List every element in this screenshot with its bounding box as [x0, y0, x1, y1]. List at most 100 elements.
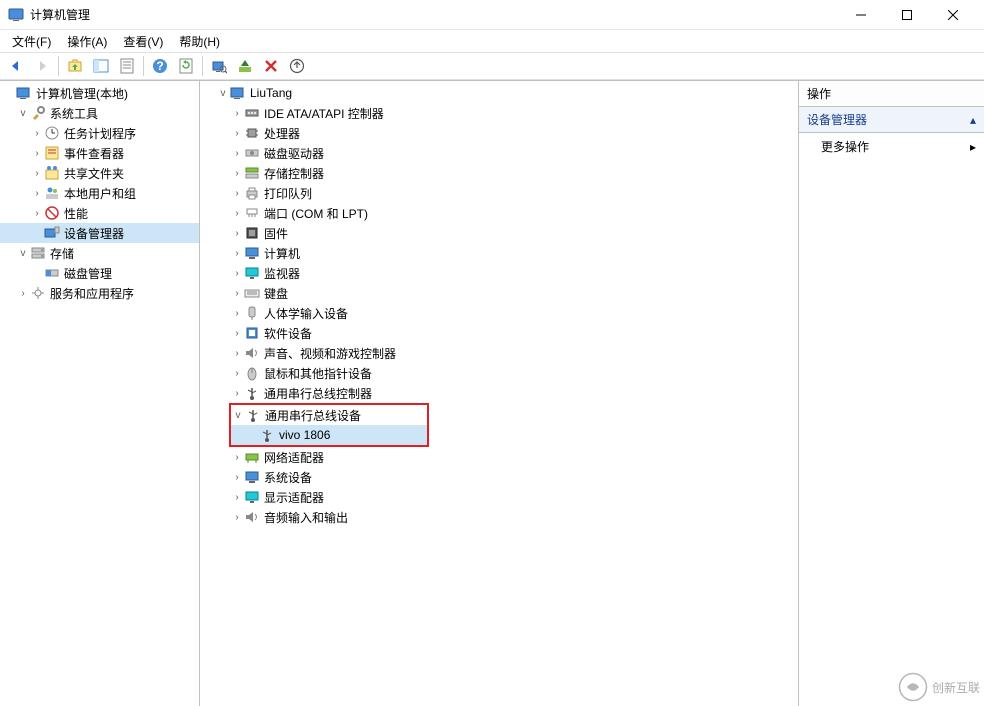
tree-label: 系统工具 — [50, 105, 98, 122]
diskmanagement-icon — [44, 265, 60, 281]
actions-pane: 操作 设备管理器 ▴ 更多操作 ▸ — [799, 81, 984, 706]
titlebar: 计算机管理 — [0, 0, 984, 30]
tree-root-label: 计算机管理(本地) — [36, 85, 128, 102]
highlight-box: v通用串行总线设备 ›vivo 1806 — [229, 403, 429, 447]
computer-mgmt-icon — [16, 85, 32, 101]
firmware-icon — [244, 225, 260, 241]
device-category[interactable]: ›存储控制器 — [200, 163, 798, 183]
main-area: ▸ 计算机管理(本地) v 系统工具 ›任务计划程序 ›事件查看器 ›共享文件夹… — [0, 80, 984, 706]
tree-item[interactable]: ›事件查看器 — [0, 143, 199, 163]
device-category-usb-devices[interactable]: v通用串行总线设备 — [231, 405, 427, 425]
refresh-button[interactable] — [174, 54, 198, 78]
scan-hardware-button[interactable] — [207, 54, 231, 78]
network-icon — [244, 449, 260, 465]
software-device-icon — [244, 325, 260, 341]
eventviewer-icon — [44, 145, 60, 161]
menu-view[interactable]: 查看(V) — [115, 31, 171, 52]
close-button[interactable] — [930, 0, 976, 30]
monitor-icon — [244, 265, 260, 281]
show-hide-tree-button[interactable] — [89, 54, 113, 78]
display-adapter-icon — [244, 489, 260, 505]
system-device-icon — [244, 469, 260, 485]
menu-action[interactable]: 操作(A) — [59, 31, 115, 52]
app-icon — [8, 7, 24, 23]
help-button[interactable]: ? — [148, 54, 172, 78]
properties-button[interactable] — [115, 54, 139, 78]
actions-more[interactable]: 更多操作 ▸ — [799, 133, 984, 160]
device-category[interactable]: ›键盘 — [200, 283, 798, 303]
menubar: 文件(F) 操作(A) 查看(V) 帮助(H) — [0, 30, 984, 52]
device-category[interactable]: ›固件 — [200, 223, 798, 243]
device-category[interactable]: ›人体学输入设备 — [200, 303, 798, 323]
tools-icon — [30, 105, 46, 121]
device-category[interactable]: ›计算机 — [200, 243, 798, 263]
actions-header: 操作 — [799, 81, 984, 107]
update-driver-button[interactable] — [285, 54, 309, 78]
tree-item-device-manager[interactable]: ›设备管理器 — [0, 223, 199, 243]
device-category[interactable]: ›打印队列 — [200, 183, 798, 203]
svg-text:?: ? — [156, 59, 163, 73]
device-category[interactable]: ›网络适配器 — [200, 447, 798, 467]
ports-icon — [244, 205, 260, 221]
device-category[interactable]: ›鼠标和其他指针设备 — [200, 363, 798, 383]
tree-services[interactable]: ›服务和应用程序 — [0, 283, 199, 303]
storage-controller-icon — [244, 165, 260, 181]
diskdrive-icon — [244, 145, 260, 161]
enable-device-button[interactable] — [233, 54, 257, 78]
tree-item[interactable]: ›磁盘管理 — [0, 263, 199, 283]
maximize-button[interactable] — [884, 0, 930, 30]
menu-file[interactable]: 文件(F) — [4, 31, 59, 52]
sharedfolders-icon — [44, 165, 60, 181]
audio-io-icon — [244, 509, 260, 525]
device-category[interactable]: ›声音、视频和游戏控制器 — [200, 343, 798, 363]
usb-device-icon — [259, 427, 275, 443]
printer-icon — [244, 185, 260, 201]
device-tree[interactable]: vLiuTang ›IDE ATA/ATAPI 控制器 ›处理器 ›磁盘驱动器 … — [200, 81, 799, 706]
device-category[interactable]: ›通用串行总线控制器 — [200, 383, 798, 403]
services-icon — [30, 285, 46, 301]
actions-section[interactable]: 设备管理器 ▴ — [799, 107, 984, 133]
up-button[interactable] — [63, 54, 87, 78]
localusers-icon — [44, 185, 60, 201]
sound-icon — [244, 345, 260, 361]
tree-systools[interactable]: v 系统工具 — [0, 103, 199, 123]
device-category[interactable]: ›监视器 — [200, 263, 798, 283]
tree-item[interactable]: ›共享文件夹 — [0, 163, 199, 183]
minimize-button[interactable] — [838, 0, 884, 30]
device-category[interactable]: ›系统设备 — [200, 467, 798, 487]
tree-root[interactable]: ▸ 计算机管理(本地) — [0, 83, 199, 103]
toolbar: ? — [0, 52, 984, 80]
device-category[interactable]: ›磁盘驱动器 — [200, 143, 798, 163]
usb-device-icon — [245, 407, 261, 423]
menu-help[interactable]: 帮助(H) — [171, 31, 228, 52]
mouse-icon — [244, 365, 260, 381]
device-category[interactable]: ›IDE ATA/ATAPI 控制器 — [200, 103, 798, 123]
console-tree[interactable]: ▸ 计算机管理(本地) v 系统工具 ›任务计划程序 ›事件查看器 ›共享文件夹… — [0, 81, 200, 706]
computer-icon — [230, 85, 246, 101]
device-category[interactable]: ›软件设备 — [200, 323, 798, 343]
uninstall-device-button[interactable] — [259, 54, 283, 78]
device-category[interactable]: ›音频输入和输出 — [200, 507, 798, 527]
tree-item[interactable]: ›任务计划程序 — [0, 123, 199, 143]
tree-storage[interactable]: v存储 — [0, 243, 199, 263]
computer-icon — [244, 245, 260, 261]
hid-icon — [244, 305, 260, 321]
processor-icon — [244, 125, 260, 141]
device-category[interactable]: ›端口 (COM 和 LPT) — [200, 203, 798, 223]
collapse-icon: ▴ — [970, 113, 976, 127]
tree-item[interactable]: ›性能 — [0, 203, 199, 223]
devicemanager-icon — [44, 225, 60, 241]
forward-button[interactable] — [30, 54, 54, 78]
window-title: 计算机管理 — [30, 6, 838, 23]
device-category[interactable]: ›处理器 — [200, 123, 798, 143]
back-button[interactable] — [4, 54, 28, 78]
device-category[interactable]: ›显示适配器 — [200, 487, 798, 507]
usb-controller-icon — [244, 385, 260, 401]
keyboard-icon — [244, 285, 260, 301]
storage-icon — [30, 245, 46, 261]
chevron-right-icon: ▸ — [970, 140, 976, 154]
device-item-vivo[interactable]: ›vivo 1806 — [231, 425, 427, 445]
tree-item[interactable]: ›本地用户和组 — [0, 183, 199, 203]
device-root[interactable]: vLiuTang — [200, 83, 798, 103]
ide-icon — [244, 105, 260, 121]
